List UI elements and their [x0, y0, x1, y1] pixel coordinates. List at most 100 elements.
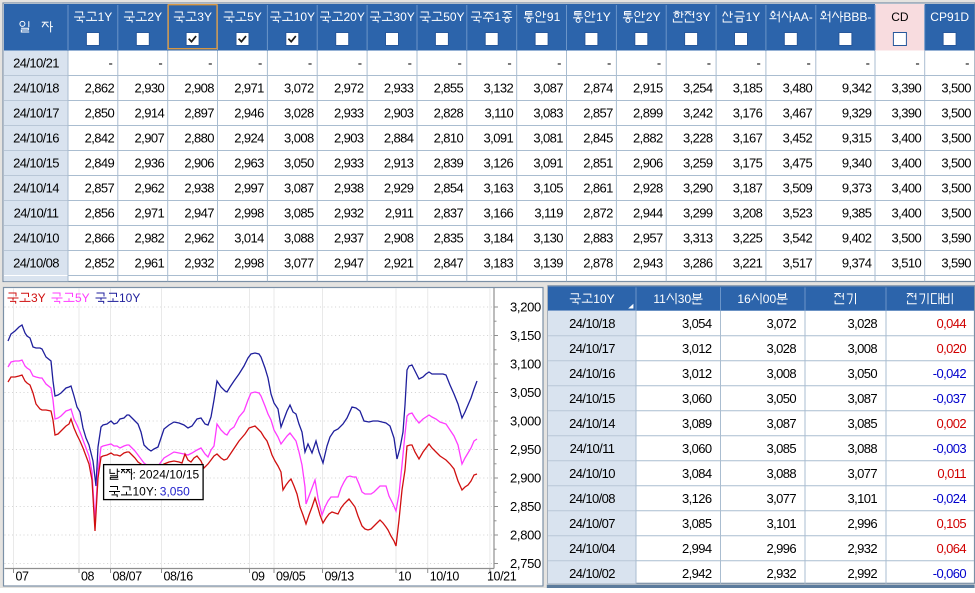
svg-text:3,050: 3,050 — [847, 366, 877, 381]
svg-text:0,044: 0,044 — [936, 316, 966, 331]
svg-text:2,872: 2,872 — [583, 206, 613, 221]
svg-text:91: 91 — [547, 10, 561, 24]
svg-text:5Y: 5Y — [247, 10, 262, 24]
svg-text:-: - — [757, 56, 761, 71]
svg-text:2,828: 2,828 — [434, 106, 464, 121]
svg-text:24/10/15: 24/10/15 — [13, 156, 59, 171]
svg-text:50Y: 50Y — [443, 10, 464, 24]
svg-text:10Y: 10Y — [133, 485, 154, 499]
svg-text:-: - — [965, 56, 969, 71]
svg-text:-: - — [408, 56, 412, 71]
svg-text:-: - — [158, 56, 162, 71]
svg-text:3,101: 3,101 — [847, 491, 877, 506]
svg-text:-: - — [457, 56, 461, 71]
svg-text:3,028: 3,028 — [766, 341, 796, 356]
svg-text:24/10/15: 24/10/15 — [569, 391, 615, 406]
svg-text:2,932: 2,932 — [334, 206, 364, 221]
svg-text:08/07: 08/07 — [113, 570, 143, 584]
svg-text:3,012: 3,012 — [682, 366, 712, 381]
svg-text:0,020: 0,020 — [936, 341, 966, 356]
svg-text:9,342: 9,342 — [842, 81, 872, 96]
svg-text:2,911: 2,911 — [385, 206, 414, 221]
svg-text:2,882: 2,882 — [633, 131, 663, 146]
svg-text:-: - — [258, 56, 262, 71]
svg-text:3,126: 3,126 — [682, 491, 712, 506]
svg-text:3,050: 3,050 — [510, 385, 541, 400]
svg-text:3,500: 3,500 — [941, 106, 971, 121]
svg-text:3,110: 3,110 — [485, 106, 514, 121]
svg-text:CD: CD — [891, 10, 909, 24]
svg-text:3,400: 3,400 — [892, 181, 922, 196]
svg-text:3,081: 3,081 — [533, 131, 563, 146]
svg-text:2,855: 2,855 — [434, 81, 464, 96]
svg-text:24/10/16: 24/10/16 — [13, 131, 59, 146]
svg-text:3,208: 3,208 — [733, 206, 763, 221]
svg-text:3,085: 3,085 — [682, 516, 712, 531]
svg-text:3,072: 3,072 — [766, 316, 796, 331]
svg-text:-: - — [358, 56, 362, 71]
svg-text:3,221: 3,221 — [733, 256, 763, 271]
svg-text:10/21: 10/21 — [487, 570, 517, 584]
svg-text:2,943: 2,943 — [633, 256, 663, 271]
svg-text:3,139: 3,139 — [533, 256, 563, 271]
svg-text:2,998: 2,998 — [234, 206, 264, 221]
svg-text:3,480: 3,480 — [783, 81, 813, 96]
svg-text:3,242: 3,242 — [683, 106, 713, 121]
svg-text:2,982: 2,982 — [135, 231, 165, 246]
svg-text:3,072: 3,072 — [284, 81, 314, 96]
svg-text:2,946: 2,946 — [234, 106, 264, 121]
svg-text:3,088: 3,088 — [847, 441, 877, 456]
svg-text:3,060: 3,060 — [682, 391, 712, 406]
svg-text:2,903: 2,903 — [384, 106, 414, 121]
svg-text:3,008: 3,008 — [847, 341, 877, 356]
svg-text:3,087: 3,087 — [847, 391, 877, 406]
svg-text:-: - — [657, 56, 661, 71]
svg-text:2Y: 2Y — [147, 10, 162, 24]
svg-text:3,500: 3,500 — [941, 206, 971, 221]
svg-text:08/16: 08/16 — [164, 570, 194, 584]
svg-text:3,054: 3,054 — [682, 316, 712, 331]
svg-text:10Y: 10Y — [294, 10, 315, 24]
svg-text:2,915: 2,915 — [633, 81, 663, 96]
svg-text:2,810: 2,810 — [434, 131, 464, 146]
svg-text:2,932: 2,932 — [847, 541, 877, 556]
svg-text:2,957: 2,957 — [633, 231, 663, 246]
svg-text:3,085: 3,085 — [284, 206, 314, 221]
svg-text:2,857: 2,857 — [583, 106, 613, 121]
svg-text:2,962: 2,962 — [135, 181, 165, 196]
svg-text:3,060: 3,060 — [682, 441, 712, 456]
svg-text:2,861: 2,861 — [583, 181, 613, 196]
svg-text:2,963: 2,963 — [234, 156, 264, 171]
svg-text:: 2024/10/15: : 2024/10/15 — [133, 468, 200, 482]
svg-text:2,914: 2,914 — [135, 106, 165, 121]
svg-text:10Y: 10Y — [119, 291, 140, 305]
svg-text:2,907: 2,907 — [135, 131, 165, 146]
svg-text:3Y: 3Y — [31, 291, 46, 305]
svg-text:24/10/11: 24/10/11 — [570, 441, 615, 456]
svg-text:2,998: 2,998 — [234, 256, 264, 271]
svg-text:2,932: 2,932 — [766, 566, 796, 581]
svg-text:2,928: 2,928 — [633, 181, 663, 196]
svg-text:08: 08 — [81, 570, 95, 584]
svg-text:24/10/14: 24/10/14 — [569, 416, 615, 431]
svg-text:10: 10 — [398, 570, 412, 584]
svg-text:2,847: 2,847 — [434, 256, 464, 271]
svg-text:3,077: 3,077 — [284, 256, 314, 271]
svg-text:3,187: 3,187 — [733, 181, 763, 196]
svg-text:2,938: 2,938 — [184, 181, 214, 196]
svg-text:1Y: 1Y — [596, 10, 611, 24]
svg-text:2,924: 2,924 — [234, 131, 264, 146]
svg-text:2,845: 2,845 — [583, 131, 613, 146]
svg-text:3,163: 3,163 — [484, 181, 514, 196]
svg-text:3,085: 3,085 — [847, 416, 877, 431]
svg-text:3,008: 3,008 — [284, 131, 314, 146]
svg-text:24/10/04: 24/10/04 — [569, 541, 615, 556]
svg-text:2,856: 2,856 — [85, 206, 115, 221]
svg-text:3,101: 3,101 — [766, 516, 796, 531]
svg-text:3,088: 3,088 — [766, 466, 796, 481]
svg-text:2,852: 2,852 — [85, 256, 115, 271]
svg-text:3Y: 3Y — [197, 10, 212, 24]
svg-text:2,874: 2,874 — [583, 81, 613, 96]
svg-text:1Y: 1Y — [746, 10, 761, 24]
svg-text:2,994: 2,994 — [682, 541, 712, 556]
